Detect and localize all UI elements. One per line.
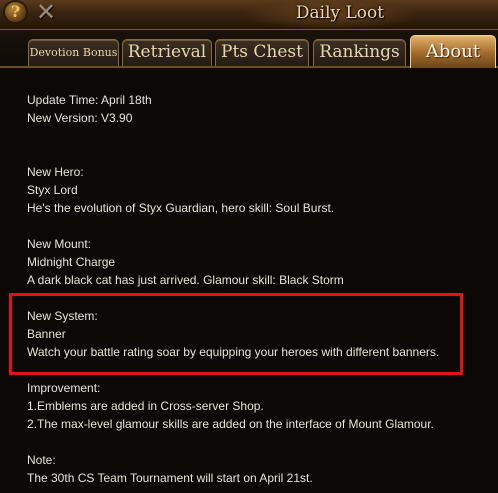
new-mount-name: Midnight Charge [27, 255, 116, 269]
title-bar: ? ✕ Daily Loot [0, 0, 498, 30]
tab-rankings[interactable]: Rankings [313, 39, 406, 66]
new-mount-heading: New Mount: [27, 237, 92, 251]
tab-devotion-bonus[interactable]: Devotion Bonus [28, 39, 119, 66]
window-title: Daily Loot [295, 3, 385, 23]
close-icon[interactable]: ✕ [31, 0, 61, 26]
update-time: Update Time: April 18th [27, 93, 152, 107]
new-system-name: Banner [27, 327, 66, 341]
tab-strip: Devotion Bonus Retrieval Pts Chest Ranki… [0, 30, 498, 68]
new-system-desc: Watch your battle rating soar by equippi… [27, 345, 440, 359]
note-text: The 30th CS Team Tournament will start o… [27, 471, 313, 485]
new-hero-name: Styx Lord [27, 183, 78, 197]
tab-about[interactable]: About [410, 35, 496, 68]
new-version: New Version: V3.90 [27, 111, 133, 125]
new-hero-desc: He's the evolution of Styx Guardian, her… [27, 201, 335, 215]
improvement-heading: Improvement: [27, 381, 101, 395]
improvement-item-2: 2.The max-level glamour skills are added… [27, 417, 434, 431]
improvement-item-1: 1.Emblems are added in Cross-server Shop… [27, 399, 264, 413]
new-hero-heading: New Hero: [27, 165, 84, 179]
help-icon[interactable]: ? [3, 0, 28, 24]
new-mount-desc: A dark black cat has just arrived. Glamo… [27, 273, 344, 287]
new-system-heading: New System: [27, 309, 98, 323]
tab-pts-chest[interactable]: Pts Chest [215, 39, 309, 66]
note-heading: Note: [27, 453, 56, 467]
tab-retrieval[interactable]: Retrieval [122, 39, 212, 66]
